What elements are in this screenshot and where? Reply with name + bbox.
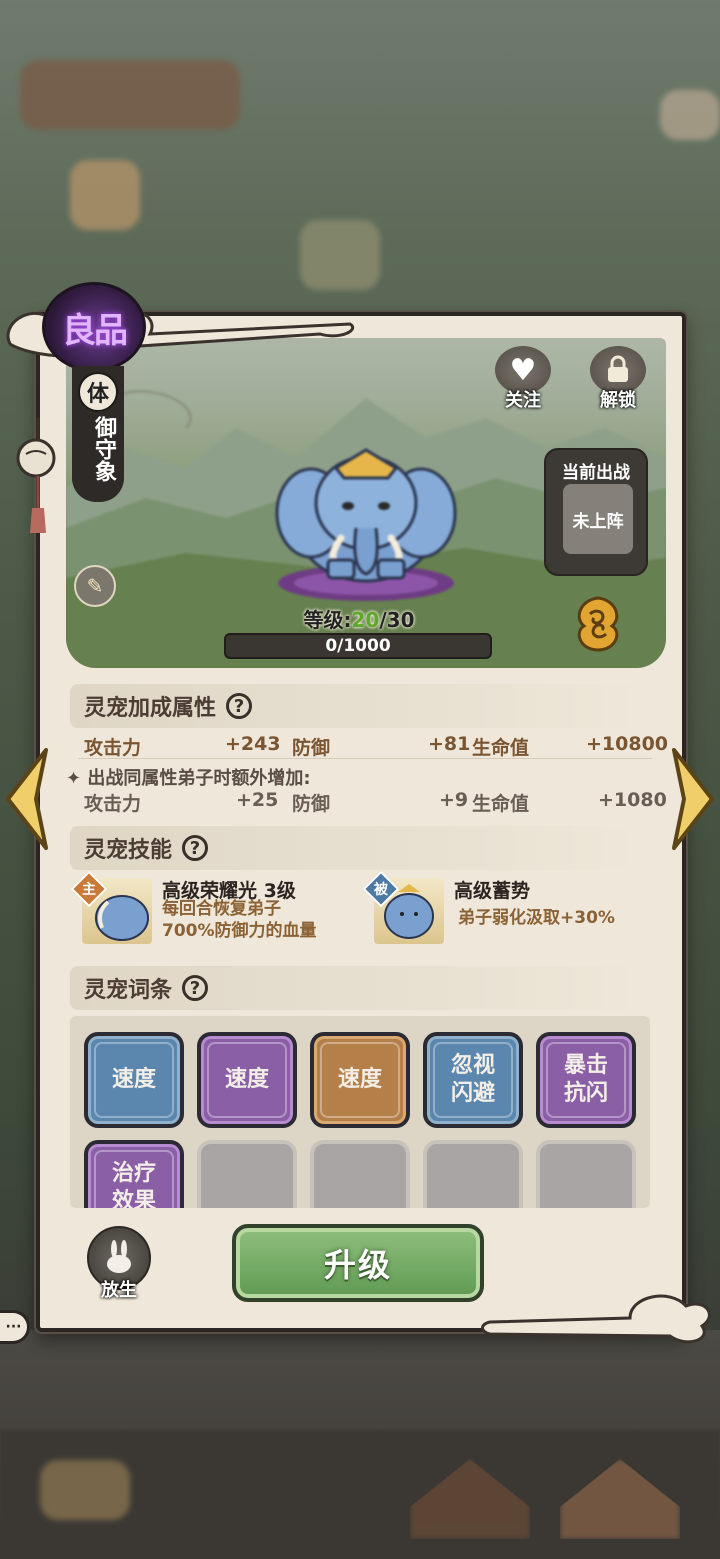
bonus-defense-label: 防御	[292, 793, 331, 815]
hanging-ornament-icon	[16, 418, 56, 533]
attr-hp-label: 生命值	[472, 737, 530, 759]
upgrade-label: 升级	[323, 1246, 392, 1284]
attributes-header: 灵宠加成属性 ?	[70, 684, 648, 728]
entry-slot-3[interactable]: 速度	[310, 1032, 410, 1128]
level-prefix: 等级:	[303, 608, 352, 632]
skill-2-name: 高级蓄势	[454, 880, 531, 902]
cloud-decoration-bottom	[481, 1294, 711, 1344]
brush-icon: ✎	[86, 574, 104, 598]
entry-slot-1[interactable]: 速度	[84, 1032, 184, 1128]
battle-slot: 未上阵	[563, 484, 633, 554]
release-button[interactable]: 放生	[84, 1226, 154, 1306]
attr-defense-label: 防御	[292, 737, 331, 759]
cloud-swirl-icon[interactable]	[566, 592, 630, 656]
entry-slot-4[interactable]: 忽视 闪避	[423, 1032, 523, 1128]
level-max: /30	[379, 608, 415, 632]
skills-header: 灵宠技能 ?	[70, 826, 648, 870]
entry-slot-8[interactable]	[310, 1140, 410, 1208]
bonus-hp-value: +1080	[598, 789, 667, 811]
next-pet-arrow-icon[interactable]	[668, 746, 718, 852]
battle-status-box[interactable]: 当前出战 未上阵	[544, 448, 648, 576]
quality-badge: 良品	[42, 282, 146, 372]
entries-title: 灵宠词条	[84, 978, 173, 1003]
release-label: 放生	[101, 1280, 137, 1301]
unlock-label: 解锁	[600, 390, 636, 411]
attributes-help-icon[interactable]: ?	[226, 693, 253, 719]
bonus-hp-label: 生命值	[472, 793, 530, 815]
entry-slot-6[interactable]: 治疗 效果	[84, 1140, 184, 1208]
entry-slot-9[interactable]	[423, 1140, 523, 1208]
element-badge: 体	[78, 372, 118, 412]
battle-status: 未上阵	[572, 511, 624, 532]
exp-text: 0/1000	[325, 636, 391, 656]
pet-name: 御守象	[91, 416, 116, 482]
entry-slot-2[interactable]: 速度	[197, 1032, 297, 1128]
attr-divider	[78, 758, 652, 759]
skill-1-desc-line2: 700%防御力的血量	[162, 921, 317, 941]
entry-slot-10[interactable]	[536, 1140, 636, 1208]
bonus-attack-value: +25	[236, 789, 279, 811]
edit-name-button[interactable]: ✎	[74, 565, 116, 607]
entries-header: 灵宠词条 ?	[70, 966, 648, 1010]
entries-grid: 速度 速度 速度 忽视 闪避 暴击 抗闪 治疗 效果	[70, 1016, 650, 1208]
skill-1-desc-line1: 每回合恢复弟子	[162, 899, 281, 919]
attr-bonus-note-text: 出战同属性弟子时额外增加:	[87, 768, 311, 789]
entry-slot-5[interactable]: 暴击 抗闪	[536, 1032, 636, 1128]
follow-button[interactable]: ♥ 关注	[490, 346, 556, 411]
skills-help-icon[interactable]: ?	[182, 835, 209, 861]
level-current: 20	[351, 608, 380, 632]
bonus-attack-label: 攻击力	[84, 793, 142, 815]
attr-attack-label: 攻击力	[84, 737, 142, 759]
entries-help-icon[interactable]: ?	[182, 975, 209, 1001]
bonus-defense-value: +9	[439, 789, 469, 811]
previous-pet-arrow-icon[interactable]	[2, 746, 52, 852]
entry-slot-7[interactable]	[197, 1140, 297, 1208]
level-text: 等级:20/30	[228, 604, 490, 633]
attr-bonus-note: ✦ 出战同属性弟子时额外增加:	[66, 768, 311, 789]
upgrade-button[interactable]: 升级	[232, 1224, 484, 1302]
battle-title: 当前出战	[562, 463, 630, 483]
skill-2-desc: 弟子弱化汲取+30%	[458, 908, 615, 928]
follow-label: 关注	[505, 390, 541, 411]
attr-attack-value: +243	[225, 733, 281, 755]
skills-title: 灵宠技能	[84, 838, 173, 863]
unlock-button[interactable]: 解锁	[585, 346, 651, 411]
attr-hp-value: +10800	[586, 733, 669, 755]
attributes-title: 灵宠加成属性	[84, 696, 217, 721]
exp-bar: 0/1000	[224, 633, 492, 659]
attr-defense-value: +81	[428, 733, 471, 755]
